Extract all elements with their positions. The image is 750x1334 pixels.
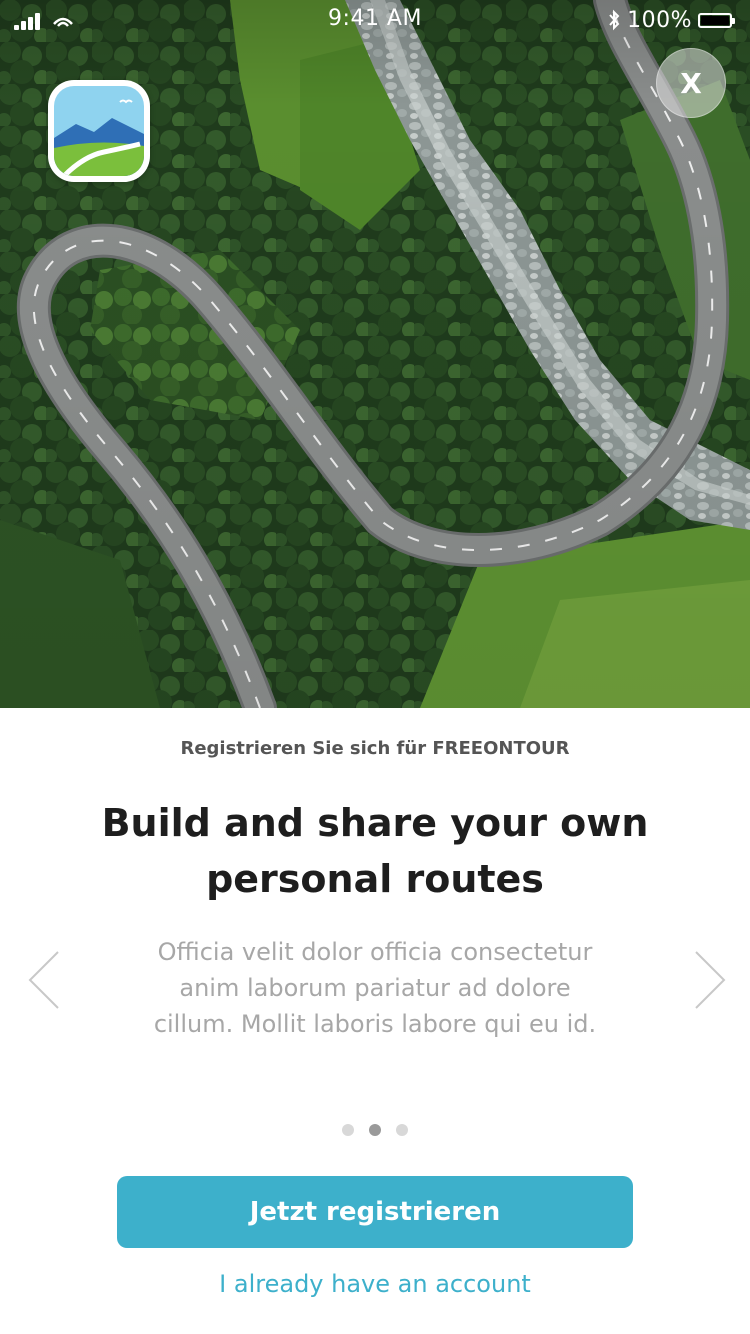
status-bar: 9:41 AM 100%: [0, 0, 750, 40]
pagination-dots: [0, 1124, 750, 1136]
login-link[interactable]: I already have an account: [0, 1270, 750, 1298]
onboarding-description: Officia velit dolor officia consectetur …: [153, 938, 597, 1038]
signup-subtitle: Registrieren Sie sich für FREEONTOUR: [180, 738, 570, 759]
register-button[interactable]: Jetzt registrieren: [117, 1176, 633, 1248]
pagination-dot[interactable]: [342, 1124, 354, 1136]
onboarding-screen: 9:41 AM 100% X Registrieren Sie sich für…: [0, 0, 750, 1334]
pagination-dot[interactable]: [369, 1124, 381, 1136]
close-icon: X: [680, 66, 702, 100]
app-logo: [48, 80, 150, 182]
battery-percentage: 100%: [627, 7, 692, 33]
chevron-right-icon[interactable]: [692, 950, 728, 1010]
battery-group: 100%: [607, 6, 735, 34]
bluetooth-icon: [609, 9, 620, 31]
chevron-left-icon[interactable]: [26, 950, 62, 1010]
close-button[interactable]: X: [656, 48, 726, 118]
battery-icon: [698, 12, 735, 28]
register-button-label: Jetzt registrieren: [249, 1197, 501, 1227]
app-logo-icon: [54, 86, 144, 176]
onboarding-headline: Build and share your own personal routes: [101, 801, 649, 901]
pagination-dot[interactable]: [396, 1124, 408, 1136]
